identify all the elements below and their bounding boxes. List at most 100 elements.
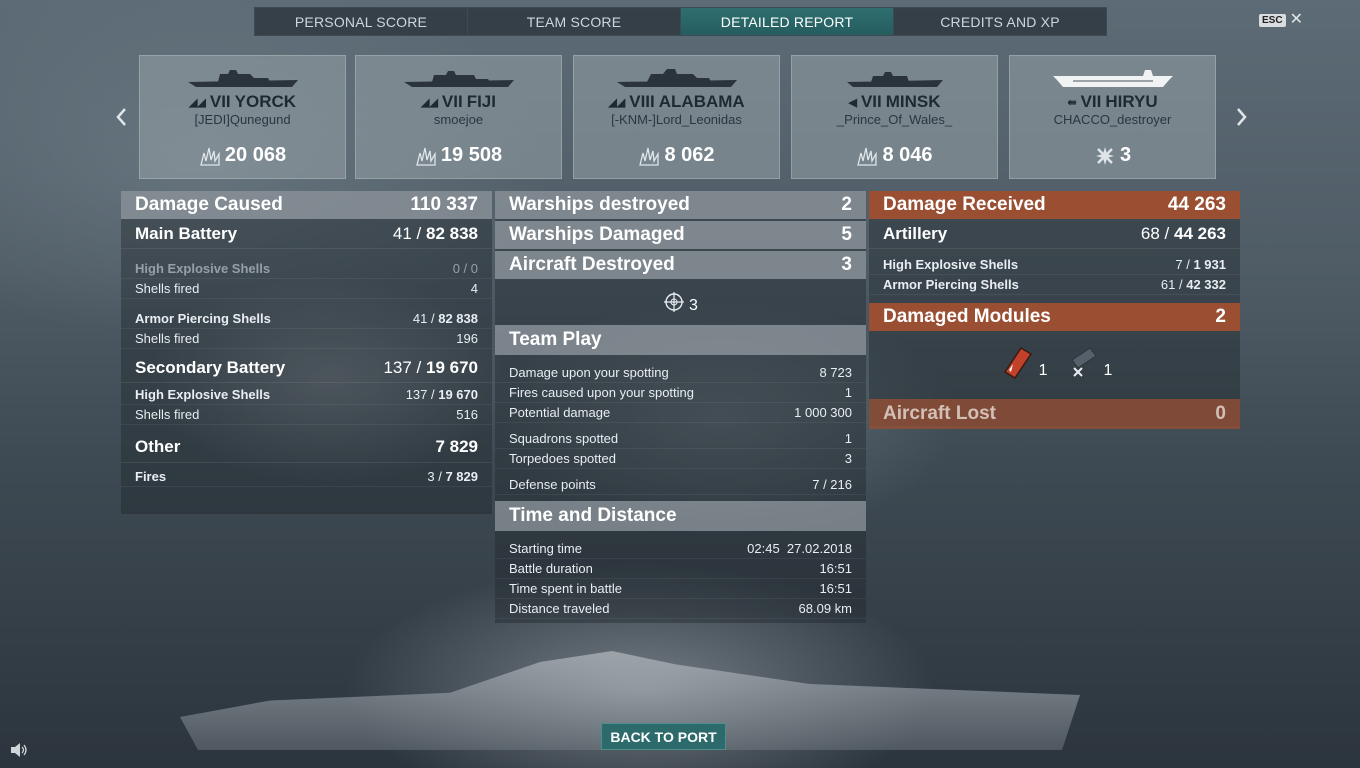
damage-received-panel: Damage Received 44 263 Artillery 68 / 44 2… <box>869 191 1240 429</box>
ship-tier: VIII <box>629 92 655 111</box>
td-row: Battle duration 16:51 <box>495 559 866 579</box>
ship-card[interactable]: ◢◢ VIII ALABAMA [-KNM-]Lord_Leonidas 8 062 <box>573 55 780 179</box>
cruiser-class-icon: ◢◢ <box>188 96 206 109</box>
destroyer-silhouette-icon <box>846 72 943 87</box>
turret-damaged-count: 1 <box>1103 362 1113 379</box>
ship-score-value: 3 <box>1119 144 1132 166</box>
tab-credits-and-xp[interactable]: CREDITS AND XP <box>894 8 1106 35</box>
team-play-header: Team Play <box>495 325 866 355</box>
ship-name: ◢◢ VII YORCK <box>140 92 345 112</box>
combat-stats-panel: Warships destroyed 2 Warships Damaged 5 Ai… <box>495 191 866 623</box>
mb-ap-fired-row: Shells fired 196 <box>121 329 492 349</box>
player-name: smoejoe <box>433 112 484 127</box>
td-row: Distance traveled 68.09 km <box>495 599 866 619</box>
close-icon: ✕ <box>1289 11 1303 28</box>
ship-score: 20 068 <box>140 144 345 167</box>
cruiser-class-icon: ◢◢ <box>420 96 438 109</box>
sec-fired-row: Shells fired 516 <box>121 405 492 425</box>
ship-score-value: 8 062 <box>664 144 715 166</box>
damage-received-value: 44 263 <box>1167 194 1226 215</box>
mb-ap-shells-row: Armor Piercing Shells 41 / 82 838 <box>121 309 492 329</box>
ship-score-value: 20 068 <box>224 144 287 166</box>
aircraft-destroyed-count: 3 <box>689 297 698 314</box>
ship-score-value: 19 508 <box>440 144 503 166</box>
tab-detailed-report[interactable]: DETAILED REPORT <box>681 8 894 35</box>
report-tabs: PERSONAL SCORE TEAM SCORE DETAILED REPOR… <box>254 7 1107 36</box>
player-name: [-KNM-]Lord_Leonidas <box>611 112 742 127</box>
previous-ships-arrow[interactable] <box>113 105 129 129</box>
battleship-silhouette-icon <box>616 69 737 87</box>
player-name: [JEDI]Qunegund <box>194 112 291 127</box>
tab-personal-score[interactable]: PERSONAL SCORE <box>255 8 468 35</box>
next-ships-arrow[interactable] <box>1234 105 1250 129</box>
engine-damaged-count: 1 <box>1038 362 1048 379</box>
aircraft-destroyed-row: Aircraft Destroyed 3 <box>495 251 866 279</box>
aircraft-destroyed-detail: 3 <box>495 279 866 325</box>
tp-row: Squadrons spotted 1 <box>495 429 866 449</box>
damage-icon <box>200 147 220 166</box>
ship-tier: VII <box>209 92 231 111</box>
damage-icon <box>857 147 878 166</box>
speaker-icon <box>11 743 27 757</box>
damage-caused-header: Damage Caused 110 337 <box>121 191 492 219</box>
damage-caused-value: 110 337 <box>410 194 478 215</box>
back-to-port-button[interactable]: BACK TO PORT <box>601 723 726 750</box>
chevron-left-icon <box>116 108 126 126</box>
damage-caused-panel: Damage Caused 110 337 Main Battery 41 / 82… <box>121 191 492 514</box>
td-row: Time spent in battle 16:51 <box>495 579 866 599</box>
warships-damaged-row: Warships Damaged 5 <box>495 221 866 249</box>
ship-title: YORCK <box>234 92 297 111</box>
crosshair-icon <box>664 292 685 312</box>
tp-row: Defense points 7 / 216 <box>495 475 866 495</box>
engine-damaged-icon <box>1003 346 1032 380</box>
ship-score: 8 046 <box>792 144 997 167</box>
ship-score-value: 8 046 <box>882 144 933 166</box>
ship-title: MINSK <box>885 92 941 111</box>
artillery-row: Artillery 68 / 44 263 <box>869 219 1240 249</box>
ship-tier: VII <box>860 92 882 111</box>
damage-icon <box>639 147 660 166</box>
plane-destroyed-icon <box>1095 146 1114 165</box>
damaged-modules-detail: 1 1 <box>869 331 1240 391</box>
fires-row: Fires 3 / 7 829 <box>121 467 492 487</box>
ship-score: 3 <box>1010 144 1215 167</box>
ship-card[interactable]: ⇚ VII HIRYU CHACCO_destroyer 3 <box>1009 55 1216 179</box>
player-name: _Prince_Of_Wales_ <box>836 112 953 127</box>
ship-score: 8 062 <box>574 144 779 167</box>
ship-card[interactable]: ◀ VII MINSK _Prince_Of_Wales_ 8 046 <box>791 55 998 179</box>
sound-toggle[interactable] <box>10 742 28 763</box>
ship-name: ⇚ VII HIRYU <box>1010 92 1215 112</box>
ship-title: HIRYU <box>1105 92 1158 111</box>
time-distance-header: Time and Distance <box>495 501 866 531</box>
ship-name: ◢◢ VII FIJI <box>356 92 561 112</box>
ship-tier: VII <box>441 92 463 111</box>
battleship-class-icon: ◢◢ <box>608 96 626 109</box>
ship-title: FIJI <box>466 92 496 111</box>
damage-icon <box>416 147 436 166</box>
esc-key-label: ESC <box>1259 13 1286 27</box>
carrier-class-icon: ⇚ <box>1067 96 1077 109</box>
ship-card[interactable]: ◢◢ VII FIJI smoejoe 19 508 <box>355 55 562 179</box>
ship-score: 19 508 <box>356 144 561 167</box>
secondary-battery-row: Secondary Battery 137 / 19 670 <box>121 353 492 383</box>
destroyer-class-icon: ◀ <box>848 96 857 109</box>
cruiser-silhouette-icon <box>187 70 298 87</box>
ship-tier: VII <box>1080 92 1102 111</box>
turret-damaged-icon <box>1070 347 1097 377</box>
other-row: Other 7 829 <box>121 431 492 463</box>
damage-received-header: Damage Received 44 263 <box>869 191 1240 219</box>
close-button[interactable]: ESC ✕ <box>1259 11 1303 28</box>
ship-name: ◢◢ VIII ALABAMA <box>574 92 779 112</box>
tab-team-score[interactable]: TEAM SCORE <box>468 8 681 35</box>
chevron-right-icon <box>1237 108 1247 126</box>
tp-row: Potential damage 1 000 300 <box>495 403 866 423</box>
tp-row: Damage upon your spotting 8 723 <box>495 363 866 383</box>
damaged-modules-header: Damaged Modules 2 <box>869 303 1240 331</box>
ship-name: ◀ VII MINSK <box>792 92 997 112</box>
aircraft-lost-row: Aircraft Lost 0 <box>869 399 1240 429</box>
tp-row: Fires caused upon your spotting 1 <box>495 383 866 403</box>
ship-card[interactable]: ◢◢ VII YORCK [JEDI]Qunegund 20 068 <box>139 55 346 179</box>
mb-he-shells-row: High Explosive Shells 0 / 0 <box>121 259 492 279</box>
sec-he-shells-row: High Explosive Shells 137 / 19 670 <box>121 385 492 405</box>
player-name: CHACCO_destroyer <box>1053 112 1172 127</box>
